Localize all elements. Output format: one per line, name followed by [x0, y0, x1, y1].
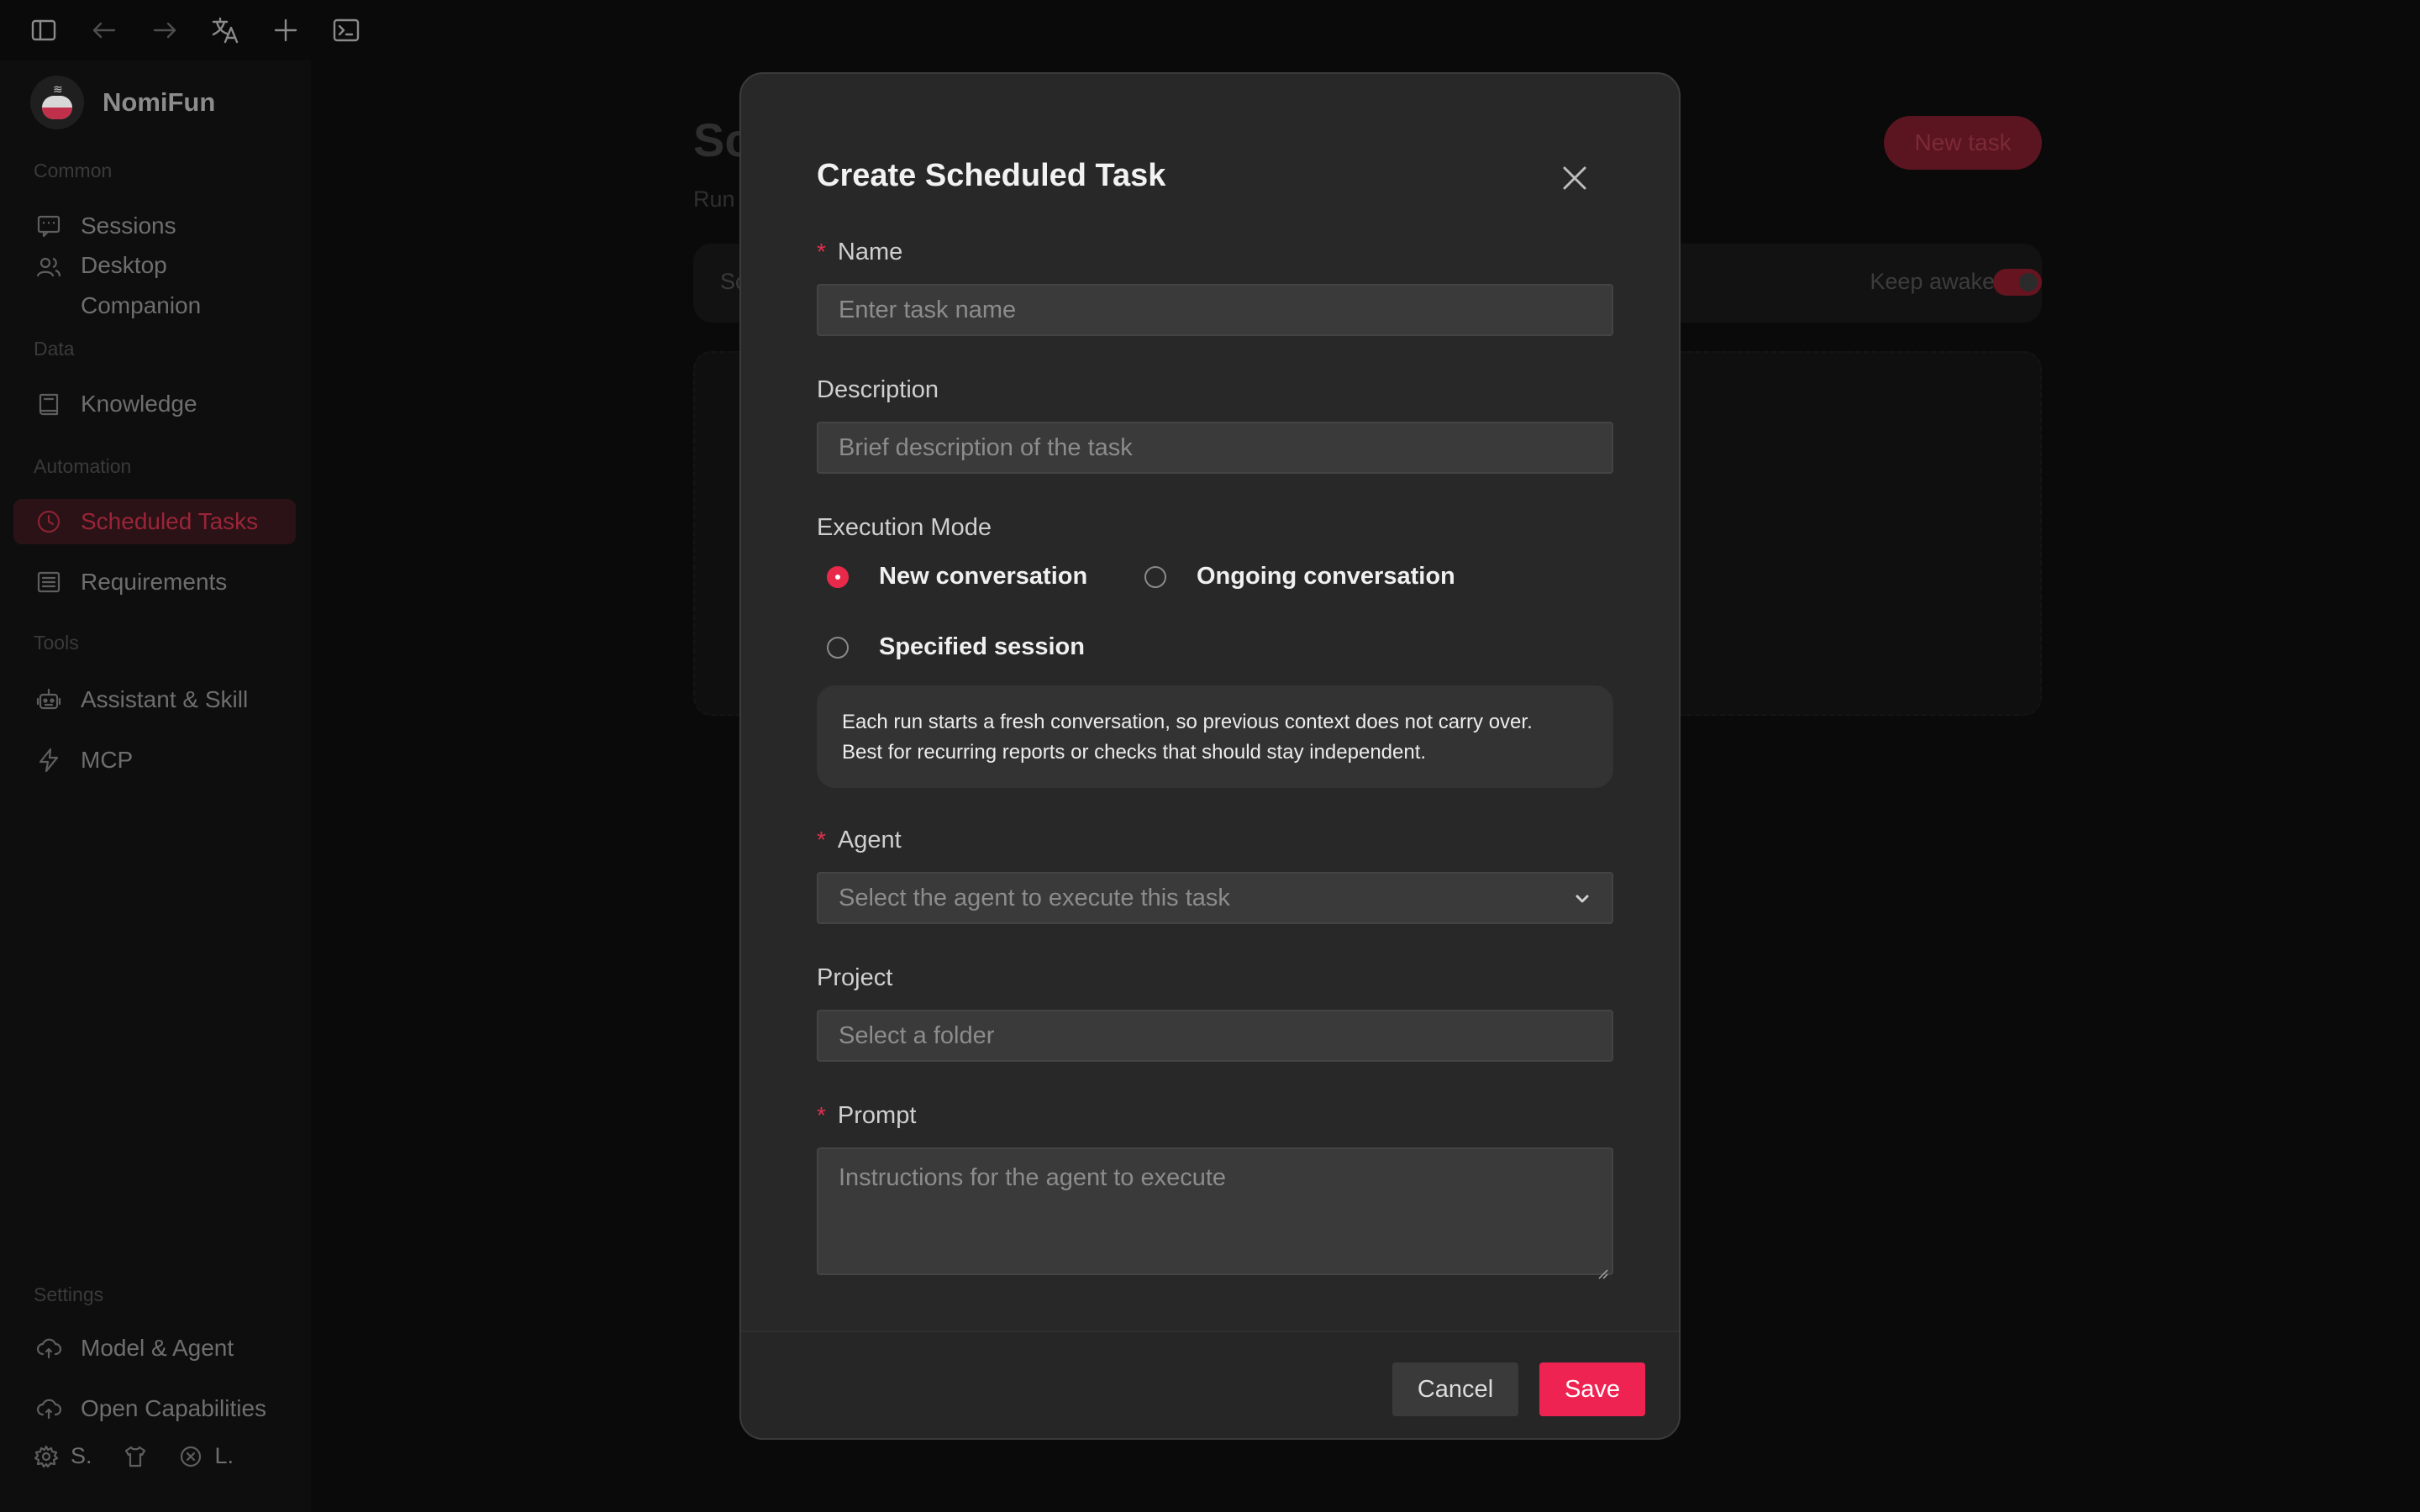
- execution-mode-info: Each run starts a fresh conversation, so…: [817, 685, 1613, 788]
- radio-label: Ongoing conversation: [1197, 563, 1455, 590]
- project-label: Project: [817, 964, 893, 991]
- clock-icon: [37, 510, 60, 533]
- required-marker: *: [817, 239, 826, 265]
- agent-label: * Agent: [817, 827, 902, 854]
- project-placeholder: Select a folder: [839, 1021, 995, 1049]
- sidebar-item-model-agent[interactable]: Model & Agent: [13, 1326, 296, 1371]
- lightning-icon: [39, 748, 59, 773]
- app-name: NomiFun: [103, 87, 216, 117]
- sidebar-item-mcp[interactable]: MCP: [13, 738, 296, 783]
- description-label: Description: [817, 376, 939, 403]
- sidebar-item-label: MCP: [81, 747, 134, 773]
- resize-handle-icon[interactable]: [1597, 1258, 1608, 1279]
- sidebar-item-requirements[interactable]: Requirements: [13, 559, 296, 605]
- radio-ongoing-conversation[interactable]: Ongoing conversation: [1144, 563, 1455, 591]
- radio-unchecked-icon: [827, 636, 849, 659]
- section-label-automation: Automation: [34, 455, 132, 477]
- cloud-upload-icon: [36, 1399, 62, 1420]
- sidebar-item-label: Desktop Companion: [81, 252, 202, 318]
- dialog-footer: Cancel Save: [741, 1331, 1679, 1438]
- users-icon: [36, 257, 61, 277]
- settings-short-label[interactable]: S.: [71, 1443, 92, 1469]
- app-logo: ≋: [30, 76, 84, 129]
- radio-checked-icon: [827, 565, 849, 588]
- sidebar-item-sessions[interactable]: Sessions: [13, 203, 296, 249]
- prompt-label-text: Prompt: [837, 1102, 917, 1129]
- save-button[interactable]: Save: [1539, 1362, 1645, 1416]
- top-bar: [0, 0, 2420, 60]
- name-label: * Name: [817, 239, 902, 266]
- sidebar-toggle-icon[interactable]: [25, 12, 62, 49]
- name-input[interactable]: Enter task name: [817, 284, 1613, 336]
- agent-placeholder: Select the agent to execute this task: [839, 884, 1230, 911]
- radio-new-conversation[interactable]: New conversation: [827, 563, 1087, 591]
- logout-short-label[interactable]: L.: [215, 1443, 234, 1469]
- radio-specified-session[interactable]: Specified session: [827, 633, 1085, 661]
- sidebar-item-label: Sessions: [81, 213, 176, 239]
- project-folder-input[interactable]: Select a folder: [817, 1010, 1613, 1062]
- arrow-right-icon[interactable]: [146, 12, 183, 49]
- sidebar-item-assistant-skill[interactable]: Assistant & Skill: [13, 677, 296, 722]
- sidebar-item-knowledge[interactable]: Knowledge: [13, 381, 296, 427]
- terminal-icon[interactable]: [328, 12, 365, 49]
- keep-awake-toggle[interactable]: [1993, 269, 2042, 296]
- chat-icon: [37, 215, 60, 238]
- robot-icon: [36, 688, 61, 710]
- description-placeholder: Brief description of the task: [839, 433, 1133, 461]
- name-label-text: Name: [837, 239, 903, 265]
- arrow-left-icon[interactable]: [86, 12, 123, 49]
- logout-icon[interactable]: [178, 1444, 203, 1469]
- section-label-settings: Settings: [34, 1284, 104, 1305]
- gear-icon[interactable]: [34, 1444, 59, 1469]
- chevron-down-icon: [1571, 888, 1593, 910]
- prompt-label: * Prompt: [817, 1102, 916, 1130]
- cancel-button[interactable]: Cancel: [1392, 1362, 1518, 1416]
- sidebar-item-label: Open Capabilities: [81, 1395, 267, 1421]
- sidebar-item-label: Model & Agent: [81, 1335, 234, 1361]
- page-subtitle: Run: [693, 186, 735, 212]
- radio-unchecked-icon: [1144, 565, 1166, 588]
- sidebar-item-scheduled-tasks[interactable]: Scheduled Tasks: [13, 499, 296, 544]
- create-task-dialog: Create Scheduled Task * Name Enter task n…: [739, 72, 1681, 1440]
- sidebar: ≋ NomiFun Common Sessions Desktop Compan…: [0, 60, 311, 1512]
- name-placeholder: Enter task name: [839, 296, 1017, 323]
- list-icon: [37, 571, 60, 593]
- agent-label-text: Agent: [837, 827, 902, 853]
- description-input[interactable]: Brief description of the task: [817, 422, 1613, 474]
- radio-label: New conversation: [879, 563, 1088, 590]
- required-marker: *: [817, 1102, 826, 1128]
- plus-icon[interactable]: [267, 12, 304, 49]
- sidebar-item-label: Requirements: [81, 569, 228, 595]
- required-marker: *: [817, 827, 826, 853]
- prompt-textarea[interactable]: Instructions for the agent to execute: [817, 1147, 1613, 1279]
- prompt-placeholder: Instructions for the agent to execute: [839, 1164, 1227, 1191]
- dialog-title: Create Scheduled Task: [817, 158, 1166, 193]
- sidebar-item-open-capabilities[interactable]: Open Capabilities: [13, 1386, 296, 1431]
- agent-select[interactable]: Select the agent to execute this task: [817, 872, 1613, 924]
- close-icon: [1563, 166, 1586, 190]
- new-task-button[interactable]: New task: [1884, 116, 2042, 170]
- sidebar-item-label: Knowledge: [81, 391, 197, 417]
- sidebar-item-desktop-companion[interactable]: Desktop Companion: [35, 245, 249, 326]
- sidebar-item-label: Assistant & Skill: [81, 686, 249, 712]
- info-line: Each run starts a fresh conversation, so…: [842, 711, 1533, 733]
- section-label-data: Data: [34, 338, 75, 360]
- close-button[interactable]: [1553, 156, 1597, 200]
- section-label-common: Common: [34, 160, 113, 181]
- keep-awake-label: Keep awake: [1870, 269, 1995, 294]
- translate-icon[interactable]: [207, 12, 244, 49]
- info-line: Best for recurring reports or checks tha…: [842, 741, 1427, 764]
- radio-label: Specified session: [879, 633, 1085, 660]
- sidebar-item-label: Scheduled Tasks: [81, 508, 259, 534]
- cloud-sync-icon: [36, 1338, 62, 1359]
- book-icon: [39, 393, 59, 416]
- execution-mode-label: Execution Mode: [817, 514, 992, 541]
- shirt-icon[interactable]: [123, 1444, 148, 1469]
- sidebar-footer: S. L.: [34, 1443, 264, 1469]
- brand[interactable]: ≋ NomiFun: [30, 76, 215, 129]
- section-label-tools: Tools: [34, 632, 79, 654]
